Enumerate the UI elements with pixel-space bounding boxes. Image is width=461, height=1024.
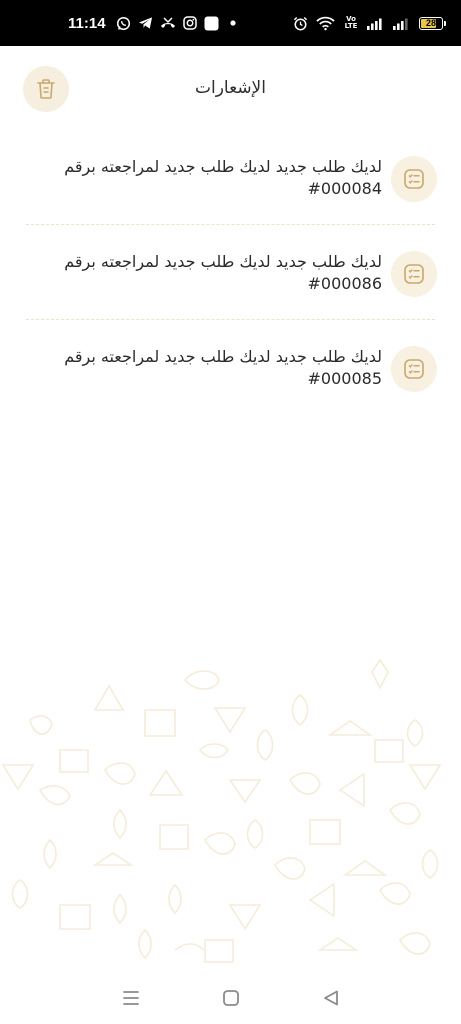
checklist-icon — [391, 251, 437, 297]
header: الإشعارات — [0, 46, 461, 130]
status-bar: 11:14 Vo LTE 28 — [0, 0, 461, 46]
notification-number: #000084 — [307, 179, 382, 198]
jewelry-pattern-background — [1, 658, 442, 963]
notification-message: لديك طلب جديد لديك طلب جديد لمراجعته برق… — [64, 252, 382, 271]
instagram-icon — [182, 16, 197, 30]
checklist-icon — [391, 156, 437, 202]
whatsapp-icon — [116, 16, 131, 31]
volte-icon: Vo LTE — [343, 16, 359, 30]
back-icon — [324, 990, 339, 1006]
alarm-icon — [293, 16, 308, 31]
app-square-icon — [204, 16, 219, 31]
notification-list: لديك طلب جديد لديك طلب جديد لمراجعته برق… — [0, 130, 461, 414]
recent-apps-button[interactable] — [115, 983, 147, 1013]
home-icon — [223, 990, 240, 1006]
notification-text: لديك طلب جديد لديك طلب جديد لمراجعته برق… — [32, 156, 382, 200]
notification-message: لديك طلب جديد لديك طلب جديد لمراجعته برق… — [64, 157, 382, 176]
battery-icon: 28 — [419, 16, 446, 30]
notification-number: #000086 — [307, 274, 382, 293]
dot-icon — [226, 16, 240, 30]
page-title: الإشعارات — [195, 78, 266, 98]
status-time: 11:14 — [68, 14, 106, 32]
signal-icon — [393, 17, 411, 30]
battery-level: 28 — [425, 18, 436, 28]
home-button[interactable] — [216, 983, 246, 1013]
network-label: Vo LTE — [344, 15, 358, 30]
back-button[interactable] — [316, 983, 346, 1013]
status-system-icons: Vo LTE 28 — [293, 16, 446, 31]
notification-text: لديك طلب جديد لديك طلب جديد لمراجعته برق… — [32, 346, 382, 390]
notification-message: لديك طلب جديد لديك طلب جديد لمراجعته برق… — [64, 347, 382, 366]
notification-item[interactable]: لديك طلب جديد لديك طلب جديد لمراجعته برق… — [0, 225, 461, 319]
notification-item[interactable]: لديك طلب جديد لديك طلب جديد لمراجعته برق… — [0, 320, 461, 414]
notification-text: لديك طلب جديد لديك طلب جديد لمراجعته برق… — [32, 251, 382, 295]
missed-call-icon — [160, 16, 176, 30]
telegram-icon — [138, 16, 153, 30]
notification-item[interactable]: لديك طلب جديد لديك طلب جديد لمراجعته برق… — [0, 130, 461, 224]
notification-number: #000085 — [307, 369, 382, 388]
menu-icon — [122, 991, 139, 1005]
system-nav-bar — [0, 972, 461, 1024]
status-notification-icons — [116, 16, 240, 31]
signal-icon — [367, 17, 385, 30]
checklist-icon — [391, 346, 437, 392]
wifi-icon — [316, 16, 335, 31]
